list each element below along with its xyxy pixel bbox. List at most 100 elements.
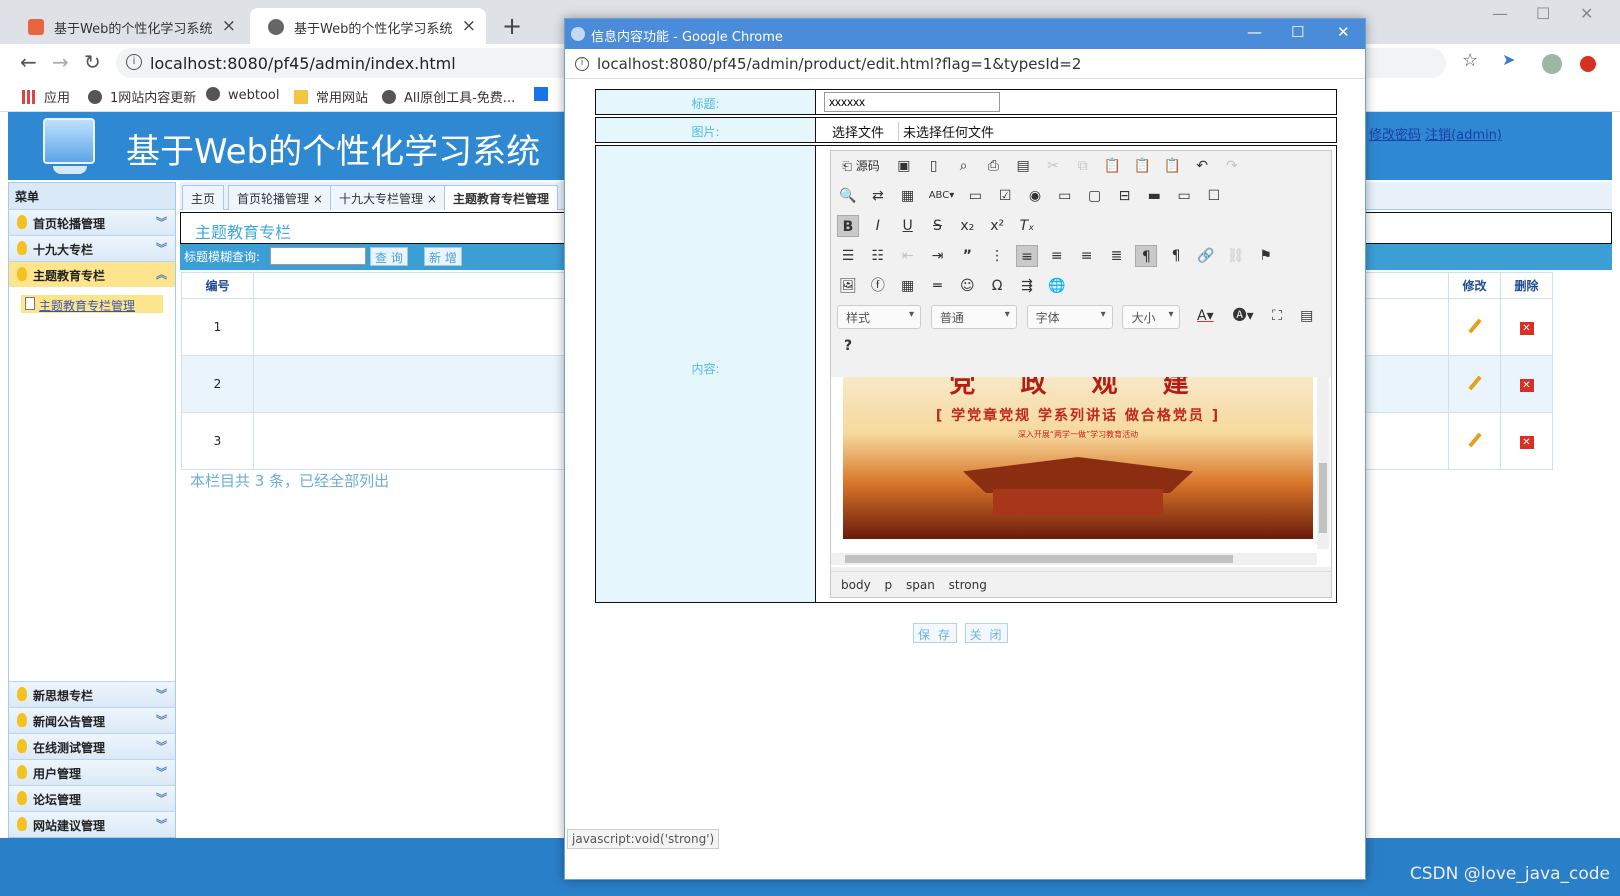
table-icon[interactable]: ▦ [897,275,919,297]
unlink-icon[interactable]: ⛓ [1225,245,1247,267]
close-tab-icon[interactable]: × [222,16,236,36]
form-icon[interactable]: ▭ [964,185,986,207]
delete-icon[interactable]: ✕ [1519,378,1534,392]
replace-icon[interactable]: ⇄ [867,185,889,207]
menu-item-19th[interactable]: 十九大专栏 ︾ [9,235,175,261]
info-icon[interactable]: i [126,54,142,70]
special-char-icon[interactable]: Ω [986,275,1008,297]
checkbox-icon[interactable]: ☑ [994,185,1016,207]
ltr-icon[interactable]: ¶ [1135,245,1158,267]
pencil-icon[interactable] [1467,318,1482,333]
reload-icon[interactable]: ↻ [84,50,101,74]
save-doc-icon[interactable]: ▣ [893,155,915,177]
bullet-list-icon[interactable]: ☷ [867,245,889,267]
new-tab-icon[interactable]: + [502,12,522,40]
format-select[interactable]: 普通 [930,305,1017,329]
remove-format-icon[interactable]: Tₓ [1016,215,1038,237]
print-icon[interactable]: ⎙ [982,155,1004,177]
hidden-field-icon[interactable]: ☐ [1203,185,1225,207]
maximize-editor-icon[interactable]: ⛶ [1266,305,1288,327]
rtl-icon[interactable]: ¶ [1165,245,1187,267]
size-select[interactable]: 大小 [1122,305,1181,329]
close-icon[interactable]: × [313,192,323,206]
minimize-icon[interactable]: — [1492,4,1508,23]
delete-icon[interactable]: ✕ [1519,321,1534,335]
menu-item-suggestions[interactable]: 网站建议管理 ︾ [9,811,175,837]
indent-icon[interactable]: ⇥ [926,245,948,267]
vertical-scrollbar[interactable] [1317,377,1329,549]
submenu-theme-education-manage[interactable]: 主题教育专栏管理 [21,295,163,313]
undo-icon[interactable]: ↶ [1191,155,1213,177]
forward-icon[interactable]: → [52,50,69,74]
path-body[interactable]: body [841,578,871,592]
maximize-icon[interactable]: ☐ [1291,23,1304,41]
radio-icon[interactable]: ◉ [1024,185,1046,207]
justify-icon[interactable]: ≣ [1105,245,1127,267]
templates-icon[interactable]: ▤ [1012,155,1034,177]
tab-19th[interactable]: 十九大专栏管理 × [330,185,446,210]
close-window-icon[interactable]: ✕ [1580,4,1593,23]
path-p[interactable]: p [885,578,893,592]
bg-color-icon[interactable]: 🅐▾ [1228,305,1258,327]
flash-icon[interactable]: ⓕ [867,275,889,297]
new-page-icon[interactable]: ▯ [923,155,945,177]
button-field-icon[interactable]: ▬ [1143,185,1165,207]
outdent-icon[interactable]: ⇤ [897,245,919,267]
info-icon[interactable]: i [575,57,589,71]
link-icon[interactable]: 🔗 [1195,245,1217,267]
change-password-link[interactable]: 修改密码 [1369,128,1421,143]
logout-link[interactable]: 注销(admin) [1425,128,1502,143]
paste-word-icon[interactable]: 📋 [1161,155,1183,177]
image-button-icon[interactable]: ▭ [1173,185,1195,207]
help-icon[interactable]: ? [837,335,859,357]
strike-icon[interactable]: S [926,215,948,237]
spellcheck-icon[interactable]: ABC▾ [926,185,956,207]
text-color-icon[interactable]: A▾ [1190,305,1220,327]
menu-item-test[interactable]: 在线测试管理 ︾ [9,733,175,759]
superscript-icon[interactable]: x² [986,215,1008,237]
menu-item-news[interactable]: 新闻公告管理 ︾ [9,707,175,733]
back-icon[interactable]: ← [20,50,37,74]
cut-icon[interactable]: ✂ [1042,155,1064,177]
bookmark-1[interactable]: 1网站内容更新 [88,87,196,106]
blockquote-icon[interactable]: ” [956,245,978,267]
tab-carousel[interactable]: 首页轮播管理 × [228,185,332,210]
iframe-icon[interactable]: 🌐 [1046,275,1068,297]
close-tab-icon[interactable]: × [462,16,476,36]
paste-icon[interactable]: 📋 [1102,155,1124,177]
star-icon[interactable]: ☆ [1462,50,1478,71]
select-all-icon[interactable]: ▦ [897,185,919,207]
menu-item-forum[interactable]: 论坛管理 ︾ [9,785,175,811]
div-icon[interactable]: ⋮ [986,245,1008,267]
image-icon[interactable]: 🖼 [837,275,859,297]
menu-item-carousel[interactable]: 首页轮播管理 ︾ [9,209,175,235]
close-window-icon[interactable]: ✕ [1337,23,1350,41]
smiley-icon[interactable]: ☺ [956,275,978,297]
align-center-icon[interactable]: ≡ [1046,245,1068,267]
menu-item-theme-education[interactable]: 主题教育专栏 ︽ [9,261,175,287]
path-strong[interactable]: strong [949,578,987,592]
minimize-icon[interactable]: — [1247,23,1262,41]
underline-icon[interactable]: U [897,215,919,237]
menu-item-users[interactable]: 用户管理 ︾ [9,759,175,785]
paste-text-icon[interactable]: 📋 [1131,155,1153,177]
page-break-icon[interactable]: ⇶ [1016,275,1038,297]
redo-icon[interactable]: ↷ [1221,155,1243,177]
bookmark-3[interactable]: 常用网站 [294,87,368,106]
align-right-icon[interactable]: ≡ [1076,245,1098,267]
choose-file-button[interactable]: 选择文件 [832,122,884,141]
preview-icon[interactable]: ⌕ [952,155,974,177]
find-icon[interactable]: 🔍 [837,185,859,207]
bold-icon[interactable]: B [837,215,859,237]
maximize-icon[interactable]: ☐ [1536,4,1550,23]
numbered-list-icon[interactable]: ☰ [837,245,859,267]
scroll-thumb[interactable] [1319,463,1327,533]
show-blocks-icon[interactable]: ▤ [1296,305,1318,327]
tab-theme-education[interactable]: 主题教育专栏管理 [444,185,559,210]
search-button[interactable]: 查 询 [370,247,408,266]
profile-avatar[interactable] [1542,54,1562,74]
pencil-icon[interactable] [1467,375,1482,390]
copy-icon[interactable]: ⧉ [1072,155,1094,177]
scroll-thumb[interactable] [845,555,1233,563]
italic-icon[interactable]: I [867,215,889,237]
